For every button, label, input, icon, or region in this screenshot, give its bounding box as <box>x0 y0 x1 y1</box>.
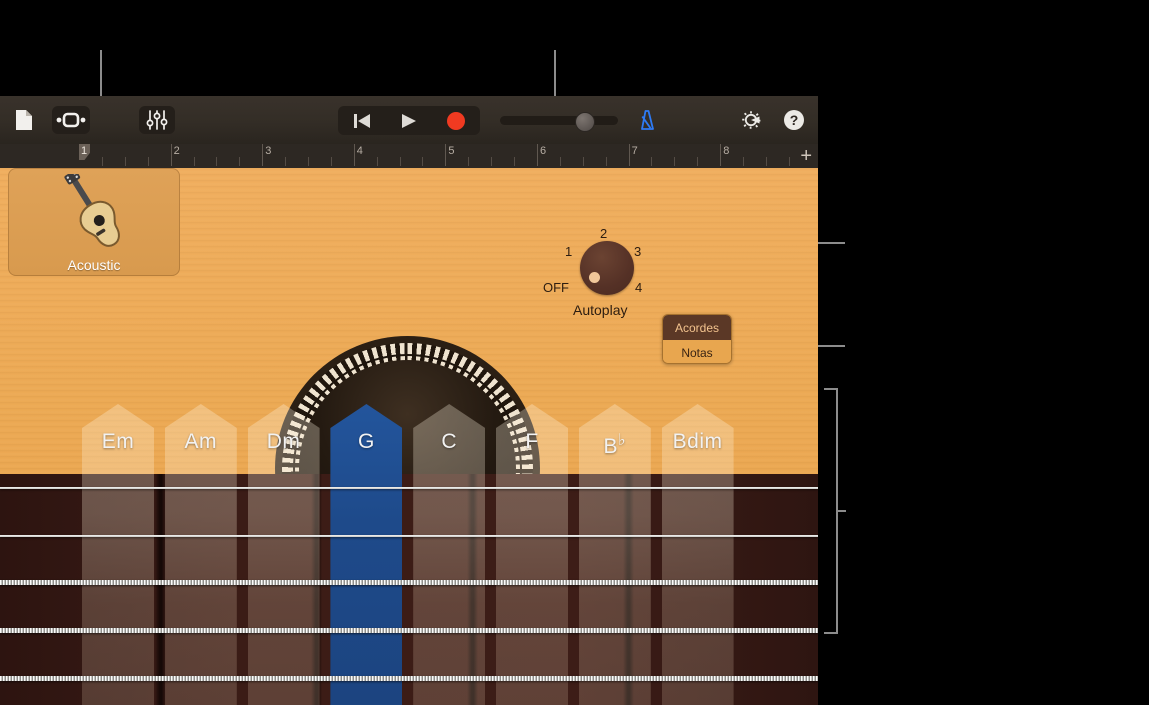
document-glyph <box>15 109 33 131</box>
string-5[interactable] <box>0 676 818 681</box>
ruler-minor-tick <box>651 157 652 166</box>
ruler-minor-tick <box>606 157 607 166</box>
ruler-major-tick <box>262 144 263 166</box>
ruler-minor-tick <box>422 157 423 166</box>
ruler-minor-tick <box>308 157 309 166</box>
track-controls-icon[interactable] <box>139 106 175 134</box>
master-volume-slider[interactable] <box>500 116 618 125</box>
ruler-bar-number: 7 <box>632 145 638 157</box>
settings-gear-icon[interactable] <box>738 106 766 134</box>
ruler-minor-tick <box>194 157 195 166</box>
timeline-ruler[interactable]: 2 3 4 5 6 7 8 1 + <box>0 144 818 168</box>
ruler-minor-tick <box>697 157 698 166</box>
string-2[interactable] <box>0 535 818 537</box>
string-1[interactable] <box>0 487 818 489</box>
ruler-minor-tick <box>583 157 584 166</box>
sliders-glyph <box>146 110 168 130</box>
help-icon[interactable]: ? <box>780 106 808 134</box>
svg-text:?: ? <box>790 112 799 128</box>
ruler-bar-number: 3 <box>265 145 271 157</box>
ruler-major-tick <box>629 144 630 166</box>
loop-browser-icon[interactable] <box>52 106 90 134</box>
ruler-major-tick <box>354 144 355 166</box>
playhead[interactable]: 1 <box>79 144 90 168</box>
ruler-minor-tick <box>125 157 126 166</box>
record-icon <box>446 111 466 131</box>
ruler-bar-number: 5 <box>448 145 454 157</box>
gear-glyph <box>740 108 764 132</box>
ruler-minor-tick <box>789 157 790 166</box>
loop-glyph <box>56 112 86 128</box>
record-button[interactable] <box>433 106 480 135</box>
rewind-icon <box>353 113 371 129</box>
callout-bracket-stem <box>836 510 846 512</box>
document-icon[interactable] <box>10 106 38 134</box>
ruler-minor-tick <box>285 157 286 166</box>
ruler-bar-number: 2 <box>174 145 180 157</box>
string-4[interactable] <box>0 628 818 633</box>
metronome-glyph <box>634 108 658 132</box>
ruler-major-tick <box>445 144 446 166</box>
ruler-major-tick <box>537 144 538 166</box>
transport-controls <box>338 106 480 135</box>
master-volume-thumb[interactable] <box>575 112 595 132</box>
ruler-minor-tick <box>674 157 675 166</box>
string-3[interactable] <box>0 580 818 585</box>
toolbar <box>0 96 818 144</box>
ruler-minor-tick <box>331 157 332 166</box>
ruler-bar-number: 8 <box>723 145 729 157</box>
guitar-body: Acoustic OFF 1 2 3 4 Autoplay Acordes No… <box>0 168 818 705</box>
ruler-minor-tick <box>560 157 561 166</box>
ruler-major-tick <box>720 144 721 166</box>
ruler-bar-number: 6 <box>540 145 546 157</box>
add-track-button[interactable]: + <box>800 146 812 166</box>
ruler-minor-tick <box>377 157 378 166</box>
rewind-button[interactable] <box>338 106 385 135</box>
ruler-ticks: 2 3 4 5 6 7 8 <box>0 144 818 168</box>
app-window: ? 2 3 4 5 6 7 8 1 + <box>0 96 818 705</box>
ruler-minor-tick <box>400 157 401 166</box>
ruler-minor-tick <box>743 157 744 166</box>
ruler-minor-tick <box>468 157 469 166</box>
ruler-minor-tick <box>766 157 767 166</box>
screenshot-root: ? 2 3 4 5 6 7 8 1 + <box>0 0 1149 705</box>
ruler-minor-tick <box>148 157 149 166</box>
ruler-minor-tick <box>239 157 240 166</box>
ruler-minor-tick <box>514 157 515 166</box>
ruler-major-tick <box>171 144 172 166</box>
play-icon <box>400 113 418 129</box>
ruler-minor-tick <box>216 157 217 166</box>
ruler-minor-tick <box>491 157 492 166</box>
metronome-icon[interactable] <box>632 106 660 134</box>
play-button[interactable] <box>385 106 432 135</box>
help-glyph: ? <box>783 109 805 131</box>
playhead-number: 1 <box>81 145 87 157</box>
strings <box>0 168 818 705</box>
ruler-bar-number: 4 <box>357 145 363 157</box>
ruler-minor-tick <box>102 157 103 166</box>
